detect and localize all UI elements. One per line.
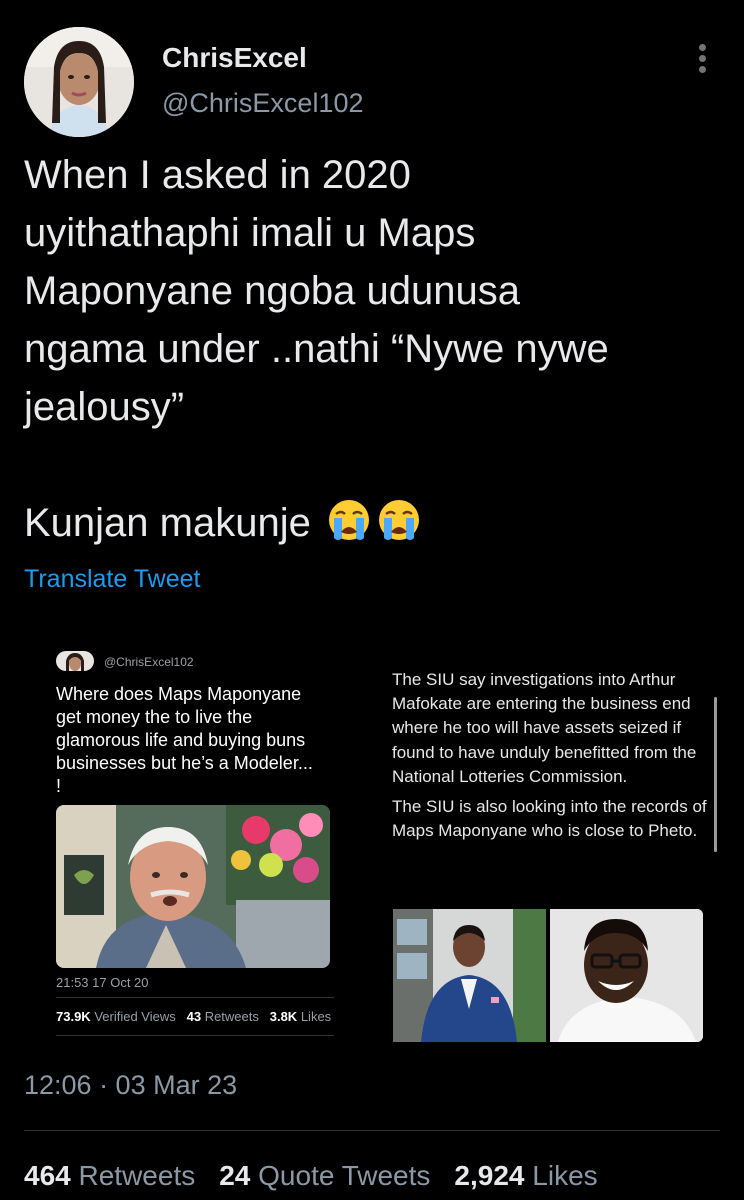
embedded-avatar (56, 651, 94, 671)
embedded-likes-count: 3.8K (269, 1009, 298, 1024)
embedded-retweets-count: 43 (186, 1009, 202, 1024)
embedded-handle: @ChrisExcel102 (104, 655, 194, 669)
tweet-line: ngama under ..nathi “Nywe nywe (24, 327, 609, 371)
tweet-line: Maponyane ngoba udunusa (24, 269, 520, 313)
divider (24, 1130, 720, 1131)
man-with-glasses-photo (550, 909, 703, 1042)
tweet-line: uyithathaphi imali u Maps (24, 211, 476, 255)
quote-tweets-count: 24 (219, 1160, 251, 1191)
author-display-name[interactable]: ChrisExcel (162, 42, 307, 74)
embedded-retweets-label: Retweets (204, 1009, 259, 1024)
news-scrollbar (714, 697, 717, 852)
retweets-count: 464 (24, 1160, 71, 1191)
tweet-timestamp[interactable]: 12:06 · 03 Mar 23 (24, 1070, 237, 1101)
more-options-icon[interactable] (694, 44, 710, 76)
embedded-views-count: 73.9K (56, 1009, 91, 1024)
embedded-timestamp: 21:53 17 Oct 20 (56, 975, 149, 990)
embedded-views-label: Verified Views (94, 1009, 176, 1024)
tweet-line: jealousy” (24, 385, 185, 429)
embedded-tweet-text: Where does Maps Maponyane get money the … (56, 684, 313, 796)
likes-count: 2,924 (454, 1160, 525, 1191)
embedded-divider (56, 1035, 334, 1036)
tweet-stats: 464 Retweets 24 Quote Tweets 2,924 Likes (24, 1160, 598, 1192)
quote-tweets-label: Quote Tweets (258, 1160, 431, 1191)
man-in-suit-photo (393, 909, 546, 1042)
quote-tweets-stat[interactable]: 24 Quote Tweets (219, 1160, 430, 1191)
author-handle[interactable]: @ChrisExcel102 (162, 88, 364, 119)
embedded-stats: 73.9K Verified Views 43 Retweets 3.8K Li… (56, 1009, 331, 1024)
news-excerpt: The SIU say investigations into Arthur M… (392, 668, 712, 849)
embedded-tweet-photo (56, 805, 330, 968)
retweets-stat[interactable]: 464 Retweets (24, 1160, 195, 1191)
tweet-media-image[interactable]: @ChrisExcel102 Where does Maps Maponyane… (22, 625, 722, 1045)
news-paragraph: The SIU is also looking into the records… (392, 797, 707, 841)
tweet-closing-line: Kunjan makunje (24, 494, 724, 552)
news-paragraph: The SIU say investigations into Arthur M… (392, 670, 697, 786)
retweets-label: Retweets (78, 1160, 196, 1191)
tweet-line: When I asked in 2020 (24, 153, 411, 197)
likes-stat[interactable]: 2,924 Likes (454, 1160, 597, 1191)
translate-tweet-link[interactable]: Translate Tweet (24, 565, 200, 594)
loudly-crying-face-emoji-icon (328, 500, 369, 540)
embedded-likes-label: Likes (300, 1009, 332, 1024)
embedded-divider (56, 997, 334, 998)
tweet-closing-text: Kunjan makunje (24, 501, 311, 545)
tweet-text: When I asked in 2020 uyithathaphi imali … (24, 146, 724, 552)
author-avatar[interactable] (24, 27, 134, 137)
likes-label: Likes (532, 1160, 598, 1191)
loudly-crying-face-emoji-icon (378, 500, 419, 540)
